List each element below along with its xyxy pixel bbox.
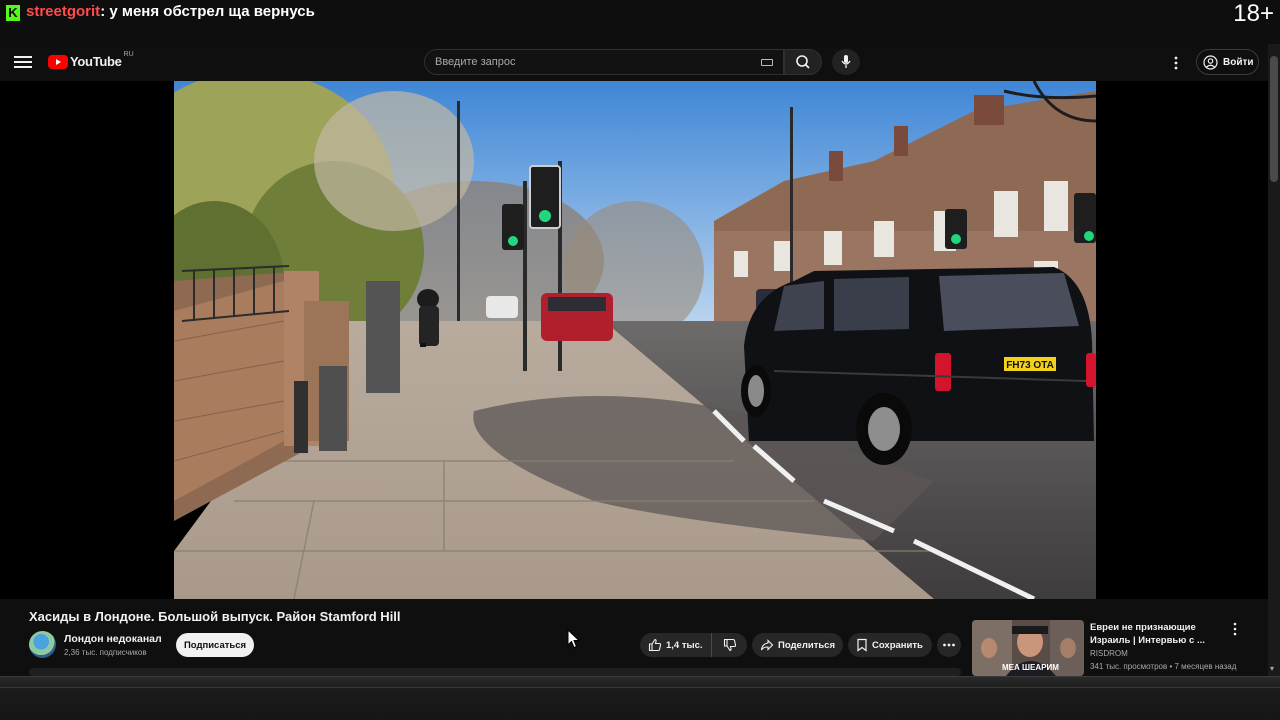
menu-icon[interactable] bbox=[14, 54, 32, 72]
bottom-divider bbox=[0, 687, 1280, 688]
channel-avatar[interactable] bbox=[29, 631, 56, 658]
description-box-edge[interactable] bbox=[29, 668, 961, 676]
signin-label: Войти bbox=[1223, 56, 1254, 68]
search-icon bbox=[796, 55, 810, 69]
video-player[interactable]: FH73 OTA bbox=[0, 81, 1268, 599]
youtube-logo[interactable]: YouTube RU bbox=[48, 51, 134, 69]
stream-overlay-bar: K streetgorit: у меня обстрел ща вернусь… bbox=[0, 0, 1280, 44]
stream-bottom-bar bbox=[0, 676, 1280, 720]
thumbs-down-icon bbox=[723, 638, 736, 652]
age-rating-badge: 18+ bbox=[1233, 0, 1274, 27]
like-button[interactable]: 1,4 тыс. bbox=[640, 633, 712, 657]
scrollbar-thumb[interactable] bbox=[1270, 56, 1278, 182]
youtube-region-label: RU bbox=[123, 51, 134, 58]
share-button[interactable]: Поделиться bbox=[752, 633, 843, 657]
youtube-play-icon bbox=[48, 54, 68, 69]
scroll-down-arrow-icon[interactable]: ▾ bbox=[1270, 664, 1274, 673]
youtube-logo-text: YouTube bbox=[70, 54, 122, 69]
keyboard-icon[interactable] bbox=[761, 59, 773, 66]
mic-icon bbox=[841, 55, 851, 68]
account-icon bbox=[1203, 54, 1218, 70]
signin-button[interactable]: Войти bbox=[1196, 49, 1259, 75]
kick-logo-icon: K bbox=[6, 5, 20, 21]
channel-name[interactable]: Лондон недоканал bbox=[64, 633, 162, 645]
subscribe-button[interactable]: Подписаться bbox=[176, 633, 254, 657]
recommendation-meta: 341 тыс. просмотров • 7 месяцев назад bbox=[1090, 662, 1237, 671]
search-input[interactable] bbox=[425, 50, 745, 74]
chat-message-line: streetgorit: у меня обстрел ща вернусь bbox=[26, 3, 315, 20]
video-title: Хасиды в Лондоне. Большой выпуск. Район … bbox=[29, 609, 401, 624]
chat-message-text: : у меня обстрел ща вернусь bbox=[100, 3, 315, 20]
video-street-scene: FH73 OTA bbox=[174, 81, 1096, 599]
search-button[interactable] bbox=[784, 49, 822, 75]
channel-subscribers: 2,36 тыс. подписчиков bbox=[64, 648, 147, 657]
more-actions-button[interactable] bbox=[937, 633, 961, 657]
recommendation-thumbnail-image: МЕА ШЕАРИМ bbox=[972, 620, 1084, 676]
like-dislike-group: 1,4 тыс. bbox=[640, 633, 747, 657]
mouse-cursor-icon bbox=[567, 629, 581, 649]
save-label: Сохранить bbox=[872, 639, 923, 651]
youtube-header: YouTube RU Войти bbox=[0, 44, 1268, 81]
thumbnail-caption: МЕА ШЕАРИМ bbox=[1002, 663, 1059, 672]
recommendation-channel[interactable]: RISDROM bbox=[1090, 649, 1128, 658]
recommendation-thumbnail[interactable]: МЕА ШЕАРИМ bbox=[972, 620, 1084, 676]
page-scrollbar[interactable] bbox=[1268, 44, 1280, 676]
more-horiz-icon bbox=[943, 643, 955, 647]
video-frame[interactable]: FH73 OTA bbox=[174, 81, 1096, 599]
thumbs-up-icon bbox=[648, 638, 662, 652]
share-label: Поделиться bbox=[778, 639, 836, 651]
voice-search-button[interactable] bbox=[832, 49, 860, 75]
recommendation-title[interactable]: Евреи не признающие Израиль | Интервью с… bbox=[1090, 621, 1230, 647]
search-box bbox=[424, 49, 784, 75]
recommendation-more-icon[interactable] bbox=[1230, 621, 1240, 637]
like-count: 1,4 тыс. bbox=[666, 639, 703, 651]
share-icon bbox=[760, 639, 774, 651]
chat-username: streetgorit bbox=[26, 3, 101, 20]
save-button[interactable]: Сохранить bbox=[848, 633, 932, 657]
more-vert-icon[interactable] bbox=[1170, 54, 1182, 72]
dislike-button[interactable] bbox=[712, 633, 747, 657]
bookmark-icon bbox=[857, 638, 867, 652]
taxi-plate-text: FH73 OTA bbox=[1006, 360, 1054, 371]
